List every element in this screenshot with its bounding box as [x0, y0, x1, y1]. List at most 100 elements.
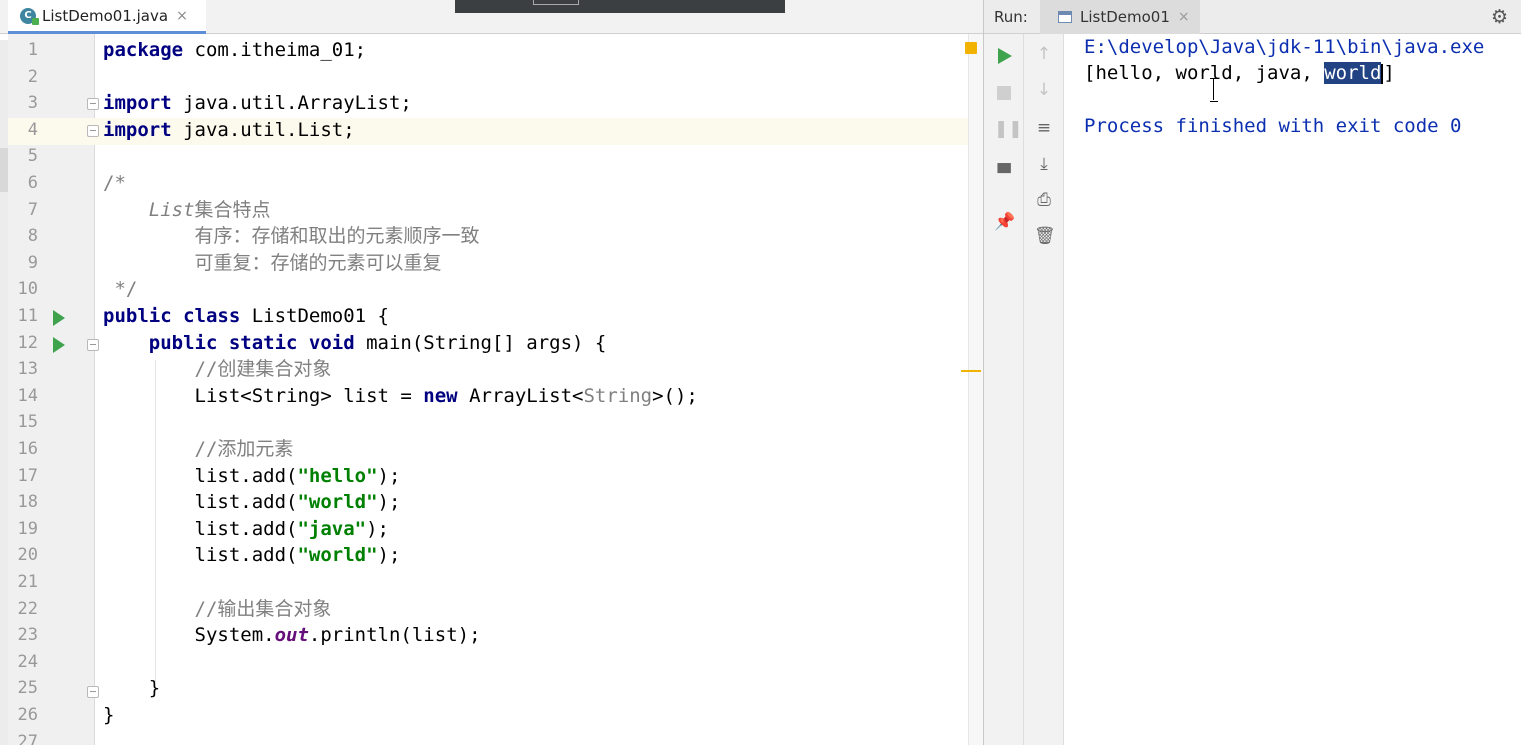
console-java-path: E:\develop\Java\jdk-11\bin\java.exe: [1084, 36, 1485, 58]
line-number: 10: [17, 279, 38, 299]
line-number: 16: [17, 439, 38, 459]
output-selection[interactable]: world: [1324, 62, 1382, 84]
code-line[interactable]: 可重复：存储的元素可以重复: [103, 250, 442, 277]
run-tab-listdemo01[interactable]: ListDemo01 ×: [1040, 0, 1200, 34]
code-token: java.util.ArrayList;: [171, 92, 412, 114]
code-token: ArrayList<: [457, 385, 584, 407]
fold-imports-icon[interactable]: [87, 98, 99, 110]
code-token: "hello": [297, 465, 378, 487]
code-line[interactable]: list.add("java");: [103, 516, 390, 543]
line-number: 13: [17, 359, 38, 379]
code-line[interactable]: import java.util.List;: [103, 117, 355, 144]
code-line[interactable]: import java.util.ArrayList;: [103, 90, 412, 117]
pause-icon[interactable]: ❚❚: [994, 119, 1023, 139]
run-title: Run:: [994, 8, 1028, 26]
code-token: list.add(: [103, 491, 298, 513]
code-token: //创建集合对象: [103, 358, 332, 380]
line-number: 3: [27, 93, 38, 113]
fold-imports-end-icon[interactable]: [87, 125, 99, 137]
code-line[interactable]: list.add("hello");: [103, 463, 401, 490]
code-token: /*: [103, 172, 126, 194]
run-tab-label: ListDemo01: [1080, 8, 1170, 26]
code-token: "world": [297, 491, 378, 513]
code-line[interactable]: list.add("world");: [103, 489, 401, 516]
code-token: import: [103, 92, 172, 114]
editor-scrollbar[interactable]: [968, 34, 983, 745]
run-method-icon[interactable]: [53, 337, 65, 353]
line-number: 26: [17, 705, 38, 725]
code-token: package: [103, 39, 184, 61]
code-line[interactable]: System.out.println(list);: [103, 622, 481, 649]
run-header: Run: ListDemo01 × ⚙: [984, 0, 1521, 34]
rerun-icon[interactable]: [998, 48, 1012, 64]
code-line[interactable]: }: [103, 702, 114, 729]
close-icon[interactable]: ×: [1178, 9, 1190, 25]
line-number: 22: [17, 599, 38, 619]
console-output[interactable]: [1083, 34, 1521, 745]
trash-icon[interactable]: 🗑: [1034, 226, 1056, 246]
code-line[interactable]: 有序：存储和取出的元素顺序一致: [103, 223, 480, 250]
soft-wrap-icon[interactable]: ≡: [1034, 118, 1054, 138]
code-token: 集合特点: [194, 199, 271, 221]
stop-icon[interactable]: [997, 86, 1011, 100]
code-token: }: [103, 677, 161, 699]
code-line[interactable]: //输出集合对象: [103, 596, 332, 623]
code-token: >();: [652, 385, 698, 407]
line-number: 1: [27, 40, 38, 60]
line-number: 2: [27, 67, 38, 87]
line-number: 23: [17, 625, 38, 645]
line-number: 15: [17, 412, 38, 432]
code-token: "world": [297, 544, 378, 566]
code-line[interactable]: //添加元素: [103, 436, 294, 463]
print-icon[interactable]: ⎙: [1034, 190, 1054, 210]
code-token: com.itheima_01;: [183, 39, 367, 61]
code-token: java.util.List;: [171, 119, 355, 141]
console-program-output[interactable]: [hello, world, java, world]: [1084, 60, 1395, 87]
line-number: 27: [17, 732, 38, 745]
code-token: list.add(: [103, 465, 298, 487]
code-line[interactable]: List集合特点: [103, 197, 271, 224]
code-line[interactable]: List<String> list = new ArrayList<String…: [103, 383, 698, 410]
code-line[interactable]: public class ListDemo01 {: [103, 303, 389, 330]
code-token: String: [583, 385, 653, 407]
code-line[interactable]: list.add("world");: [103, 542, 401, 569]
pin-icon[interactable]: 📌: [994, 212, 1015, 232]
run-toolbar-secondary: ↑ ↓ ≡ ⤓ ⎙ 🗑: [1024, 34, 1064, 745]
inspection-warning-icon[interactable]: [965, 42, 977, 54]
line-number: 19: [17, 519, 38, 539]
restore-layout-icon[interactable]: ▀: [994, 164, 1014, 184]
line-number: 18: [17, 492, 38, 512]
line-number: 14: [17, 386, 38, 406]
line-number: 24: [17, 652, 38, 672]
scroll-to-end-icon[interactable]: ⤓: [1034, 154, 1054, 174]
close-icon[interactable]: ×: [176, 8, 188, 24]
code-line[interactable]: }: [103, 675, 160, 702]
code-line[interactable]: //创建集合对象: [103, 356, 332, 383]
code-token: );: [377, 544, 401, 566]
gear-icon[interactable]: ⚙: [1491, 6, 1508, 28]
code-line[interactable]: package com.itheima_01;: [103, 37, 366, 64]
code-line[interactable]: /*: [103, 170, 126, 197]
arrow-up-icon[interactable]: ↑: [1034, 44, 1054, 64]
floating-toolbar: [455, 0, 785, 13]
editor-pane[interactable]: C ListDemo01.java × 1 package com.itheima…: [0, 0, 983, 745]
code-token: new: [423, 385, 458, 407]
arrow-down-icon[interactable]: ↓: [1034, 80, 1054, 100]
java-class-icon: C: [20, 7, 39, 25]
line-number: 4: [27, 120, 38, 140]
code-token: 有序：存储和取出的元素顺序一致: [103, 225, 480, 247]
fold-method-end-icon[interactable]: [87, 686, 99, 698]
console-exit-message: Process finished with exit code 0: [1084, 115, 1462, 137]
code-token: System.: [103, 624, 275, 646]
line-number: 5: [27, 146, 38, 166]
code-line[interactable]: */: [103, 276, 137, 303]
line-number: 9: [27, 253, 38, 273]
code-token: .println(list);: [308, 624, 481, 646]
run-class-icon[interactable]: [53, 310, 65, 326]
editor-tab-listdemo01[interactable]: C ListDemo01.java ×: [8, 0, 206, 34]
fold-method-icon[interactable]: [87, 339, 99, 351]
code-line[interactable]: public static void main(String[] args) {: [103, 330, 607, 357]
code-token: main(String[] args) {: [354, 332, 607, 354]
code-token: //添加元素: [103, 438, 294, 460]
warning-stripe-marker[interactable]: [961, 370, 981, 372]
